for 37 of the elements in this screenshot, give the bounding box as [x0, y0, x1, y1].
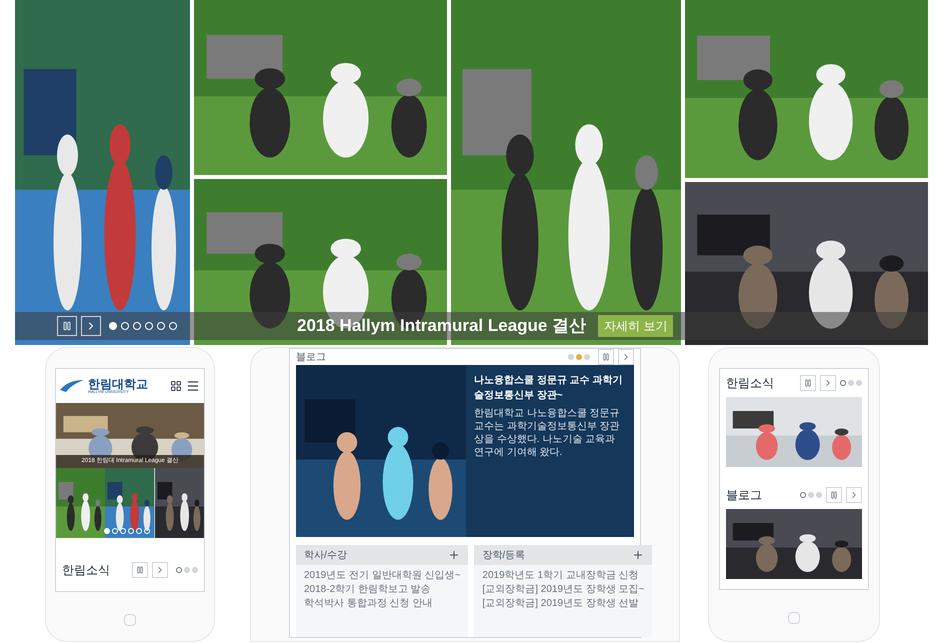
pause-icon	[804, 379, 812, 387]
section-title: 한림소식	[62, 562, 110, 579]
board-item[interactable]: [교외장학금] 2019년도 장학생 선발	[482, 597, 644, 611]
section-title: 블로그	[726, 487, 762, 504]
next-button[interactable]	[820, 375, 836, 391]
board-item[interactable]: [교외장학금] 2019년도 장학생 모집~	[482, 583, 644, 597]
pause-icon	[602, 353, 610, 361]
plus-icon	[632, 549, 644, 561]
board-title: 장학/등록	[482, 548, 526, 562]
grid-icon	[170, 380, 182, 392]
board-item[interactable]: 2019학년도 1학기 교내장학금 신청	[482, 569, 644, 583]
section-title: 한림소식	[726, 375, 774, 392]
menu-icon	[186, 379, 200, 393]
slide-caption: 2018 Hallym Intramural League 결산	[297, 315, 586, 338]
pause-button[interactable]	[132, 562, 148, 578]
pause-icon	[62, 321, 72, 331]
logo-text: 한림대학교	[88, 378, 148, 390]
post-body: 한림대학교 나노융합스쿨 정문규 교수는 과학기술정보통신부 장관상을 수상했다. 나노기술 교육과 연구에 기여해 왔다.	[474, 407, 621, 459]
next-button[interactable]	[152, 562, 168, 578]
board-title: 학사/수강	[304, 548, 347, 562]
plus-icon	[448, 549, 460, 561]
pause-button[interactable]	[598, 349, 614, 365]
more-button[interactable]: 자세히 보기	[598, 315, 674, 337]
board-item[interactable]: 학석박사 통합과정 신청 안내	[304, 597, 460, 611]
board-item[interactable]: 2018-2학기 한림학보고 발송	[304, 583, 460, 597]
next-button[interactable]	[618, 349, 634, 365]
wave-logo-icon	[60, 378, 84, 394]
board-item[interactable]: 2019년도 전기 일반대학원 신입생~	[304, 569, 460, 583]
next-button[interactable]	[81, 316, 101, 336]
next-button[interactable]	[846, 487, 862, 503]
pause-button[interactable]	[57, 316, 77, 336]
section-title: 블로그	[296, 350, 326, 364]
post-title: 나노융합스쿨 정문규 교수 과학기술정보통신부 장관~	[474, 374, 624, 403]
pause-icon	[136, 566, 144, 574]
pause-button[interactable]	[800, 375, 816, 391]
pause-icon	[830, 491, 838, 499]
pause-button[interactable]	[826, 487, 842, 503]
